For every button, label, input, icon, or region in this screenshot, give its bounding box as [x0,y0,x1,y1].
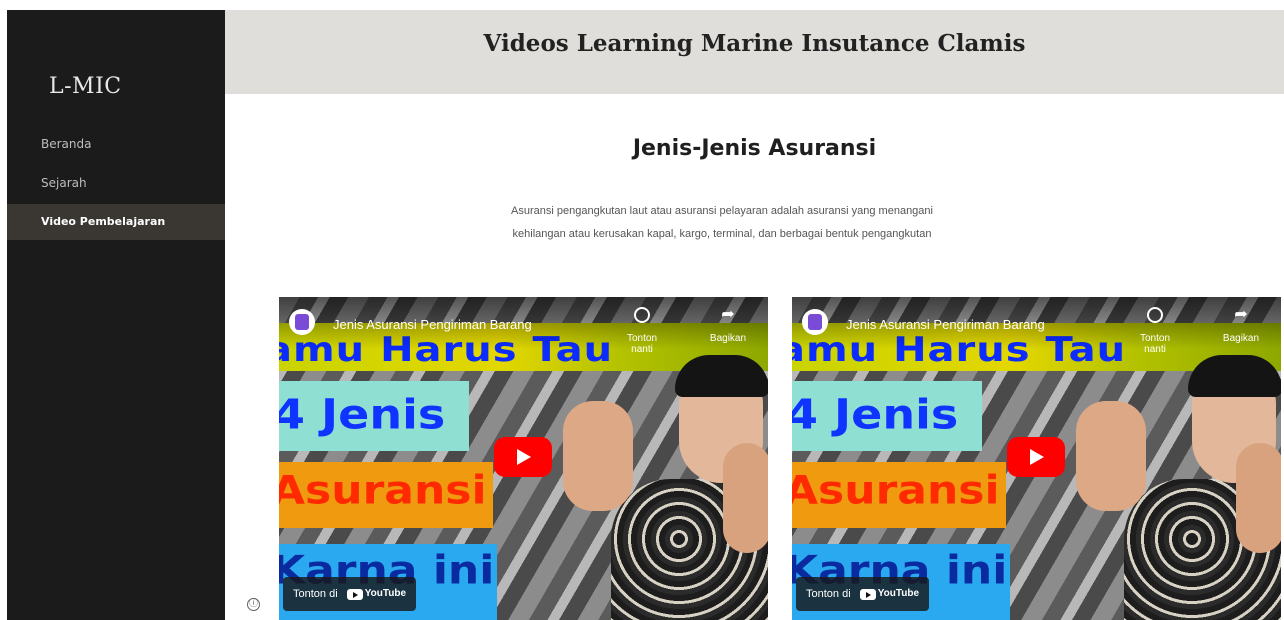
video-embed-2[interactable]: amu Harus Tau 4 Jenis Asuransi Karna ini… [792,297,1281,620]
sidebar: L-MIC Beranda Sejarah Video Pembelajaran [7,10,225,620]
sidebar-item-sejarah[interactable]: Sejarah [7,165,225,201]
presenter-hair [1188,355,1281,397]
watch-on-youtube-button[interactable]: Tonton di YouTube [283,577,417,611]
play-icon [1030,449,1044,465]
thumbs-up-hand [1076,401,1146,511]
youtube-logo-icon: YouTube [346,577,407,611]
watch-on-label: Tonton di [806,588,851,600]
channel-logo-icon [808,314,822,330]
youtube-wordmark: YouTube [877,588,920,600]
section-title: Jenis-Jenis Asuransi [632,136,877,161]
share-icon: ➦ [721,306,735,323]
watch-on-label: Tonton di [293,588,338,600]
clock-icon [634,307,650,323]
thumbnail-text: Asuransi [279,467,487,514]
share-button[interactable]: ➦ Bagikan [702,306,754,345]
section-description: Asuransi pengangkutan laut atau asuransi… [448,200,996,246]
share-label: Bagikan [1222,333,1260,344]
thumbnail-text: 4 Jenis [792,389,959,439]
thumbs-up-hand [1236,443,1281,553]
share-button[interactable]: ➦ Bagikan [1215,306,1267,345]
description-line-1: Asuransi pengangkutan laut atau asuransi… [511,205,933,217]
clock-icon [1147,307,1163,323]
presenter-hair [675,355,768,397]
youtube-wordmark: YouTube [364,588,407,600]
page-header: Videos Learning Marine Insutance Clamis [225,10,1284,94]
thumbs-up-hand [723,443,768,553]
video-title[interactable]: Jenis Asuransi Pengiriman Barang [333,317,532,332]
play-icon [517,449,531,465]
watch-later-label: Tonton nanti [1139,333,1171,355]
info-icon[interactable]: ⓘ [247,598,260,611]
sidebar-item-video-pembelajaran[interactable]: Video Pembelajaran [7,204,225,240]
channel-logo-icon [295,314,309,330]
site-logo[interactable]: L-MIC [49,74,122,99]
description-line-2: kehilangan atau kerusakan kapal, kargo, … [512,228,932,240]
sidebar-nav: Beranda Sejarah Video Pembelajaran [7,126,225,240]
watch-later-label: Tonton nanti [626,333,658,355]
thumbnail-text: Asuransi [792,467,1000,514]
sidebar-item-beranda[interactable]: Beranda [7,126,225,162]
page-title: Videos Learning Marine Insutance Clamis [483,30,1026,57]
youtube-logo-icon: YouTube [859,577,920,611]
share-icon: ➦ [1234,306,1248,323]
thumbnail-text: 4 Jenis [279,389,446,439]
channel-avatar[interactable] [802,309,828,335]
watch-on-youtube-button[interactable]: Tonton di YouTube [796,577,930,611]
watch-later-button[interactable]: Tonton nanti [616,307,668,355]
watch-later-button[interactable]: Tonton nanti [1129,307,1181,355]
thumbs-up-hand [563,401,633,511]
video-embed-1[interactable]: amu Harus Tau 4 Jenis Asuransi Karna ini… [279,297,768,620]
video-title[interactable]: Jenis Asuransi Pengiriman Barang [846,317,1045,332]
play-button[interactable] [1007,437,1065,477]
share-label: Bagikan [709,333,747,344]
channel-avatar[interactable] [289,309,315,335]
play-button[interactable] [494,437,552,477]
